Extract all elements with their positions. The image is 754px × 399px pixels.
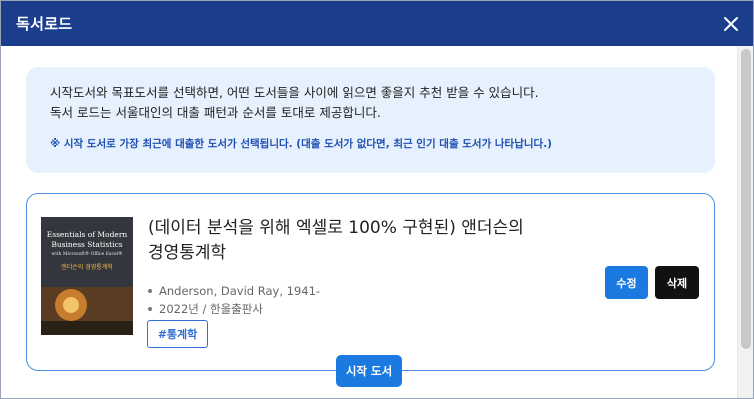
subject-tag[interactable]: #통계학: [147, 320, 208, 348]
edit-button[interactable]: 수정: [605, 266, 648, 299]
notice-line-1: 시작도서와 목표도서를 선택하면, 어떤 도서들을 사이에 읽으면 좋을지 추천…: [50, 85, 539, 100]
notice-box: 시작도서와 목표도서를 선택하면, 어떤 도서들을 사이에 읽으면 좋을지 추천…: [26, 67, 715, 173]
book-meta: Anderson, David Ray, 1941- 2022년 / 한올출판사: [148, 282, 320, 318]
book-cover: Essentials of Modern Business Statistics…: [41, 217, 133, 335]
scrollbar-thumb[interactable]: [741, 49, 751, 349]
book-publication-row: 2022년 / 한올출판사: [148, 300, 320, 318]
modal-header: 독서로드: [1, 1, 753, 46]
delete-button[interactable]: 삭제: [655, 266, 699, 299]
scrollbar[interactable]: [737, 46, 753, 398]
book-title-line-2: 경영통계학: [148, 243, 227, 263]
notice-line-2: 독서 로드는 서울대인의 대출 패턴과 순서를 토대로 제공합니다.: [50, 105, 381, 120]
book-cover-art: Essentials of Modern Business Statistics…: [41, 217, 133, 335]
close-icon-glyph: [724, 16, 738, 31]
close-icon[interactable]: [721, 14, 741, 34]
book-title[interactable]: (데이터 분석을 위해 엑셀로 100% 구현된) 앤더슨의 경영통계학: [148, 216, 538, 266]
modal-body: 시작도서와 목표도서를 선택하면, 어떤 도서들을 사이에 읽으면 좋을지 추천…: [1, 46, 739, 398]
cover-text-2: Business Statistics: [51, 240, 122, 249]
reading-road-modal: 독서로드 시작도서와 목표도서를 선택하면, 어떤 도서들을 사이에 읽으면 좋…: [0, 0, 754, 399]
cover-text-1: Essentials of Modern: [47, 230, 128, 239]
bullet-icon: [148, 307, 152, 311]
start-book-card: Essentials of Modern Business Statistics…: [26, 193, 715, 371]
book-title-line-1: (데이터 분석을 위해 엑셀로 100% 구현된) 앤더슨의: [148, 218, 524, 238]
start-book-badge: 시작 도서: [336, 355, 402, 387]
bullet-icon: [148, 289, 152, 293]
cover-text-3: with Microsoft® Office Excel®: [51, 250, 122, 257]
book-author: Anderson, David Ray, 1941-: [159, 284, 321, 298]
book-publication: 2022년 / 한올출판사: [159, 302, 263, 316]
notice-hint: ※ 시작 도서로 가장 최근에 대출한 도서가 선택됩니다. (대출 도서가 없…: [50, 138, 552, 150]
book-author-row: Anderson, David Ray, 1941-: [148, 282, 320, 300]
cover-text-4: 앤더슨의 경영통계학: [61, 263, 113, 271]
modal-title: 독서로드: [16, 15, 73, 33]
